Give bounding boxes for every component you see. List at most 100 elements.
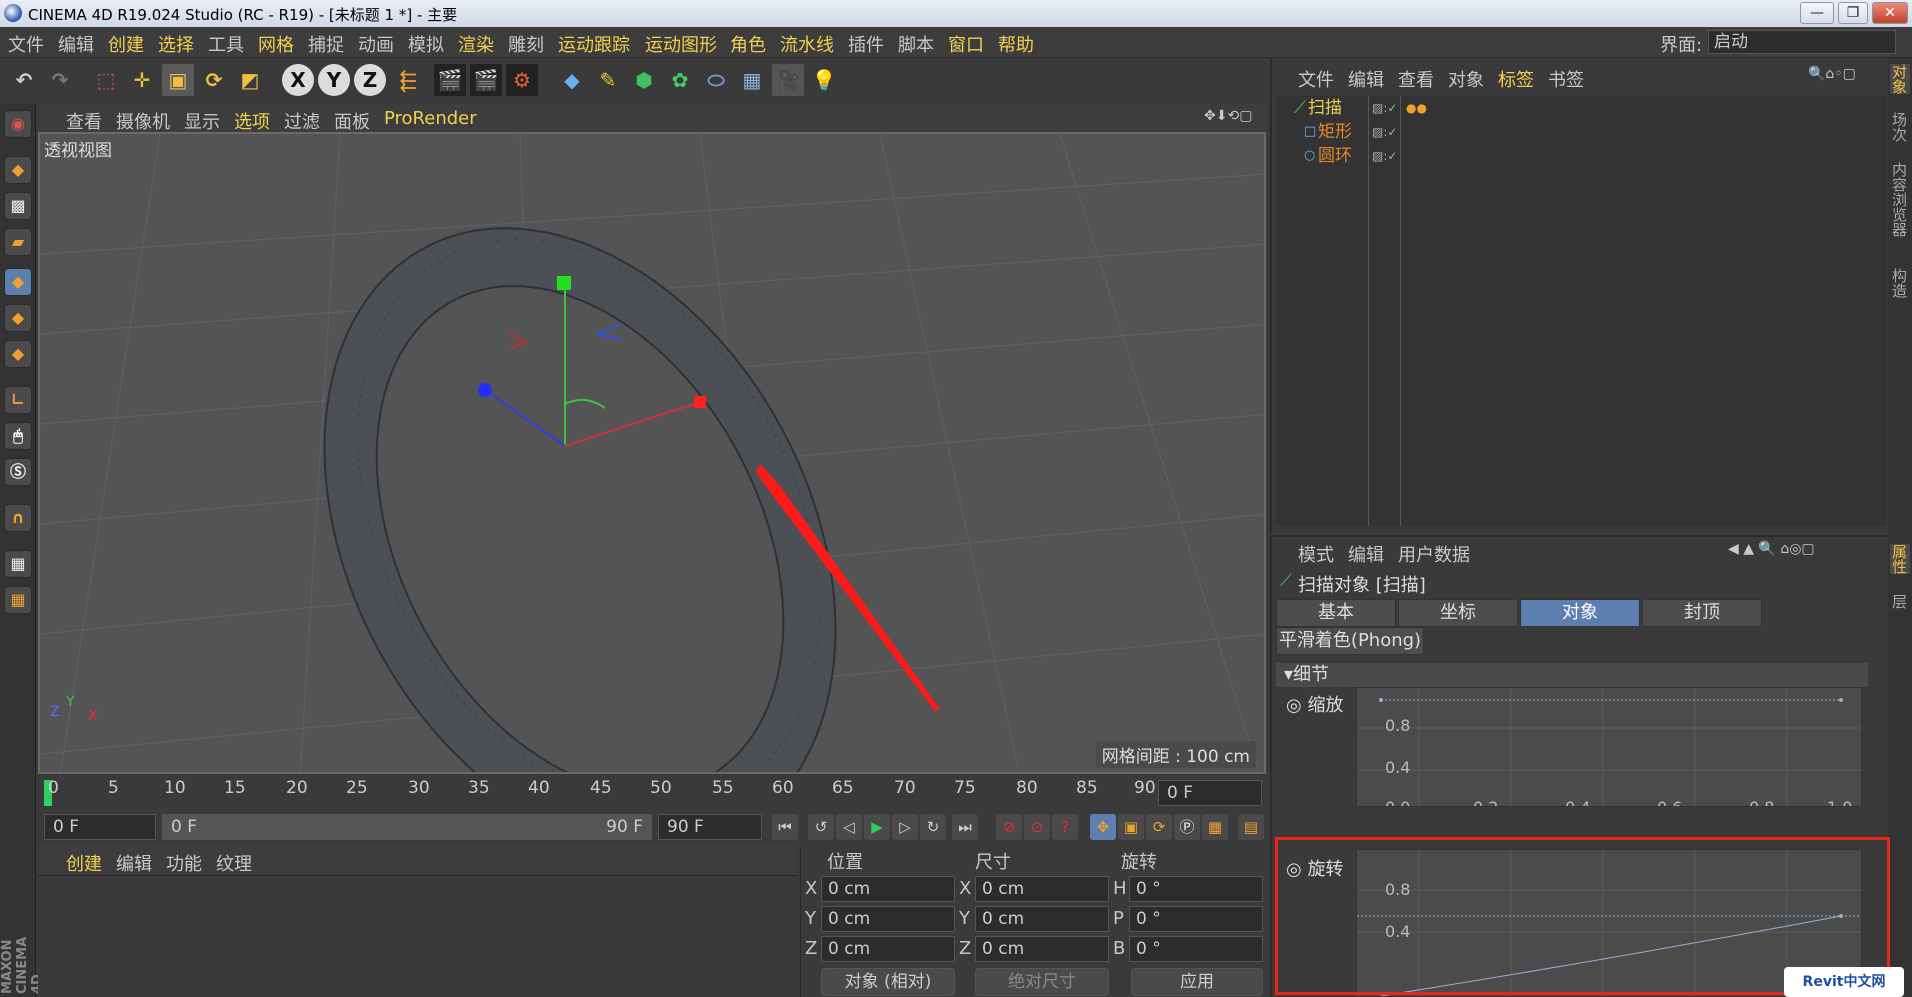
menu-tools[interactable]: 工具 xyxy=(208,31,244,57)
tab-object[interactable]: 对象 xyxy=(1520,599,1640,627)
close-button[interactable]: ✕ xyxy=(1872,2,1908,24)
recent-tool-icon[interactable]: ◩ xyxy=(234,64,266,96)
tab-phong[interactable]: 平滑着色(Phong) xyxy=(1276,627,1424,655)
menu-animate[interactable]: 动画 xyxy=(358,31,394,57)
object-name[interactable]: 圆环 xyxy=(1318,144,1352,168)
om-menu-file[interactable]: 文件 xyxy=(1298,66,1334,92)
record-icon[interactable]: ⊘ xyxy=(996,814,1022,840)
tab-coord[interactable]: 坐标 xyxy=(1398,599,1518,627)
render-view-icon[interactable]: 🎬 xyxy=(434,64,466,96)
side-tab-attributes[interactable]: 属性 xyxy=(1890,544,1910,574)
redo-icon[interactable]: ↷ xyxy=(44,64,76,96)
coordinate-system-icon[interactable]: ⬱ xyxy=(392,64,424,96)
phong-tag-icon[interactable]: ●● xyxy=(1406,96,1427,120)
axis-mode-icon[interactable]: ∟ xyxy=(4,386,32,414)
cloner-icon[interactable]: ✿ xyxy=(664,64,696,96)
attr-menu-edit[interactable]: 编辑 xyxy=(1348,541,1384,567)
end-frame-field[interactable]: 90 F xyxy=(658,814,762,840)
menu-pipeline[interactable]: 流水线 xyxy=(780,31,834,57)
render-picture-viewer-icon[interactable]: 🎬 xyxy=(470,64,502,96)
object-list[interactable]: ⟋ 扫描 ▨:✓ ●● □ 矩形 ▨:✓ ○ 圆环 ▨:✓ xyxy=(1276,96,1886,526)
prev-frame-icon[interactable]: ◁ xyxy=(836,814,862,840)
menu-edit[interactable]: 编辑 xyxy=(58,31,94,57)
camera-icon[interactable]: 🎥 xyxy=(772,64,804,96)
menu-script[interactable]: 脚本 xyxy=(898,31,934,57)
material-menu-edit[interactable]: 编辑 xyxy=(116,850,152,876)
material-menu-function[interactable]: 功能 xyxy=(166,850,202,876)
rotate-icon[interactable]: ⟳ xyxy=(198,64,230,96)
apply-button[interactable]: 应用 xyxy=(1131,968,1263,996)
attr-menu-mode[interactable]: 模式 xyxy=(1298,541,1334,567)
menu-select[interactable]: 选择 xyxy=(158,31,194,57)
viewport-menu-options[interactable]: 选项 xyxy=(234,108,270,134)
cube-icon[interactable]: ◆ xyxy=(556,64,588,96)
menu-create[interactable]: 创建 xyxy=(108,31,144,57)
move-icon[interactable]: ✛ xyxy=(126,64,158,96)
start-frame-field[interactable]: 0 F xyxy=(44,814,156,840)
lock-workplane-icon[interactable]: ▦ xyxy=(4,550,32,578)
visibility-toggle[interactable]: ▨:✓ xyxy=(1372,144,1397,168)
y-axis-lock-button[interactable]: Y xyxy=(318,64,350,96)
material-menu-create[interactable]: 创建 xyxy=(66,850,102,876)
pen-icon[interactable]: ✎ xyxy=(592,64,624,96)
object-row-rectangle[interactable]: □ 矩形 ▨:✓ xyxy=(1276,120,1886,144)
pos-y-field[interactable]: 0 cm xyxy=(821,906,955,932)
key-rotation-icon[interactable]: ⟳ xyxy=(1146,814,1172,840)
viewport-menu-display[interactable]: 显示 xyxy=(184,108,220,134)
menu-mesh[interactable]: 网格 xyxy=(258,31,294,57)
key-parameter-icon[interactable]: Ⓟ xyxy=(1174,814,1200,840)
size-z-field[interactable]: 0 cm xyxy=(975,936,1109,962)
size-y-field[interactable]: 0 cm xyxy=(975,906,1109,932)
om-menu-edit[interactable]: 编辑 xyxy=(1348,66,1384,92)
menu-file[interactable]: 文件 xyxy=(8,31,44,57)
menu-simulate[interactable]: 模拟 xyxy=(408,31,444,57)
minimize-button[interactable]: — xyxy=(1800,2,1834,24)
viewport-menu-panel[interactable]: 面板 xyxy=(334,108,370,134)
om-menu-objects[interactable]: 对象 xyxy=(1448,66,1484,92)
goto-end-icon[interactable]: ⏭ xyxy=(952,814,978,840)
deformer-icon[interactable]: ⬭ xyxy=(700,64,732,96)
viewport-nav-icons[interactable]: ✥⬇⟲▢ xyxy=(1204,108,1252,124)
frame-range-slider[interactable]: 0 F 90 F xyxy=(162,814,652,840)
texture-mode-icon[interactable]: ▩ xyxy=(4,192,32,220)
side-tab-takes[interactable]: 场次 xyxy=(1890,112,1910,142)
key-position-icon[interactable]: ✥ xyxy=(1090,814,1116,840)
menu-help[interactable]: 帮助 xyxy=(998,31,1034,57)
x-axis-lock-button[interactable]: X xyxy=(282,64,314,96)
layout-select[interactable]: 启动 xyxy=(1708,30,1896,54)
perspective-viewport[interactable]: 透视视图 Z Y X 网格间距 : 100 cm xyxy=(38,132,1266,774)
next-frame-icon[interactable]: ▷ xyxy=(892,814,918,840)
menu-snap[interactable]: 捕捉 xyxy=(308,31,344,57)
undo-icon[interactable]: ↶ xyxy=(8,64,40,96)
floor-icon[interactable]: ▦ xyxy=(736,64,768,96)
menu-render[interactable]: 渲染 xyxy=(458,31,494,57)
viewport-menu-cameras[interactable]: 摄像机 xyxy=(116,108,170,134)
make-editable-icon[interactable]: ◉ xyxy=(4,110,32,138)
object-row-sweep[interactable]: ⟋ 扫描 ▨:✓ ●● xyxy=(1276,96,1886,120)
pos-z-field[interactable]: 0 cm xyxy=(821,936,955,962)
pos-x-field[interactable]: 0 cm xyxy=(821,876,955,902)
tab-basic[interactable]: 基本 xyxy=(1276,599,1396,627)
planar-workplane-icon[interactable]: ▦ xyxy=(4,586,32,614)
details-section-header[interactable]: ▾细节 xyxy=(1276,663,1868,687)
size-mode-select[interactable]: 绝对尺寸 xyxy=(975,968,1109,996)
scale-icon[interactable]: ▣ xyxy=(162,64,194,96)
rot-h-field[interactable]: 0 ° xyxy=(1129,876,1263,902)
menu-window[interactable]: 窗口 xyxy=(948,31,984,57)
side-tab-content-browser[interactable]: 内容浏览器 xyxy=(1890,162,1910,237)
subdivision-icon[interactable]: ⬢ xyxy=(628,64,660,96)
attr-nav-icons[interactable]: ◀ ▲ 🔍 ⌂◎▢ xyxy=(1728,541,1815,557)
om-menu-view[interactable]: 查看 xyxy=(1398,66,1434,92)
render-settings-icon[interactable]: ⚙ xyxy=(506,64,538,96)
visibility-toggle[interactable]: ▨:✓ xyxy=(1372,96,1397,120)
next-key-icon[interactable]: ↻ xyxy=(920,814,946,840)
om-search-icon[interactable]: 🔍⌂◦▢ xyxy=(1808,66,1856,82)
menu-motion-tracker[interactable]: 运动跟踪 xyxy=(558,31,630,57)
om-menu-bookmarks[interactable]: 书签 xyxy=(1548,66,1584,92)
prev-key-icon[interactable]: ↺ xyxy=(808,814,834,840)
object-name[interactable]: 扫描 xyxy=(1308,96,1342,120)
tab-caps[interactable]: 封顶 xyxy=(1642,599,1762,627)
menu-plugins[interactable]: 插件 xyxy=(848,31,884,57)
polygons-mode-icon[interactable]: ◆ xyxy=(4,340,32,368)
coordinate-mode-select[interactable]: 对象 (相对) xyxy=(821,968,955,996)
